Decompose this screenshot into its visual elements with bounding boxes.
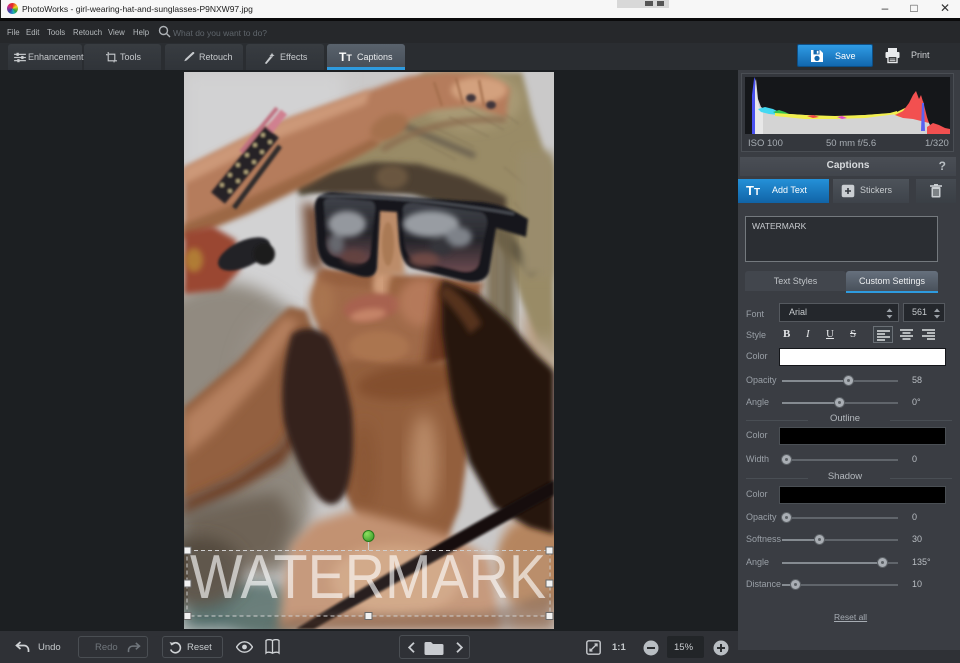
svg-text:WATERMARK: WATERMARK [190, 543, 546, 612]
